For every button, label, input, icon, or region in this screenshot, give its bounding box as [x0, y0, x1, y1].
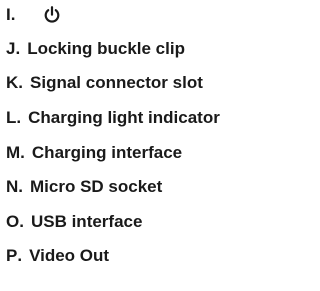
legend-letter: K: [6, 73, 19, 92]
legend-separator: .: [18, 177, 24, 196]
legend-letter: O: [6, 212, 20, 231]
legend-item-o: O. USB interface: [6, 210, 142, 234]
legend-label: Signal connector slot: [30, 73, 203, 92]
legend-item-i: I.: [6, 3, 62, 27]
legend-separator: .: [16, 108, 22, 127]
power-icon: [42, 5, 62, 25]
legend-label: Charging light indicator: [28, 108, 220, 127]
legend-item-j: J. Locking buckle clip: [6, 37, 185, 61]
legend-item-p: P. Video Out: [6, 244, 109, 268]
legend-separator: .: [20, 143, 25, 162]
legend-item-k: K. Signal connector slot: [6, 71, 203, 95]
legend-item-n: N. Micro SD socket: [6, 175, 162, 199]
legend-letter: J: [6, 39, 16, 58]
legend-label: USB interface: [30, 212, 143, 231]
legend-label: Charging interface: [31, 143, 183, 162]
legend-separator: .: [17, 246, 23, 265]
legend-separator: .: [18, 73, 24, 92]
legend-separator: .: [15, 39, 21, 58]
legend-letter: N: [6, 177, 19, 196]
legend-letter: L: [6, 108, 17, 127]
legend-label: Video Out: [29, 246, 110, 265]
legend-separator: .: [19, 212, 24, 231]
legend-letter: P: [6, 246, 18, 265]
legend-item-m: M. Charging interface: [6, 141, 182, 165]
legend-item-l: L. Charging light indicator: [6, 106, 220, 130]
legend-label: Micro SD socket: [30, 177, 163, 196]
legend-letter: M: [6, 143, 21, 162]
legend-label: Locking buckle clip: [27, 39, 185, 58]
legend-separator: .: [10, 5, 16, 24]
